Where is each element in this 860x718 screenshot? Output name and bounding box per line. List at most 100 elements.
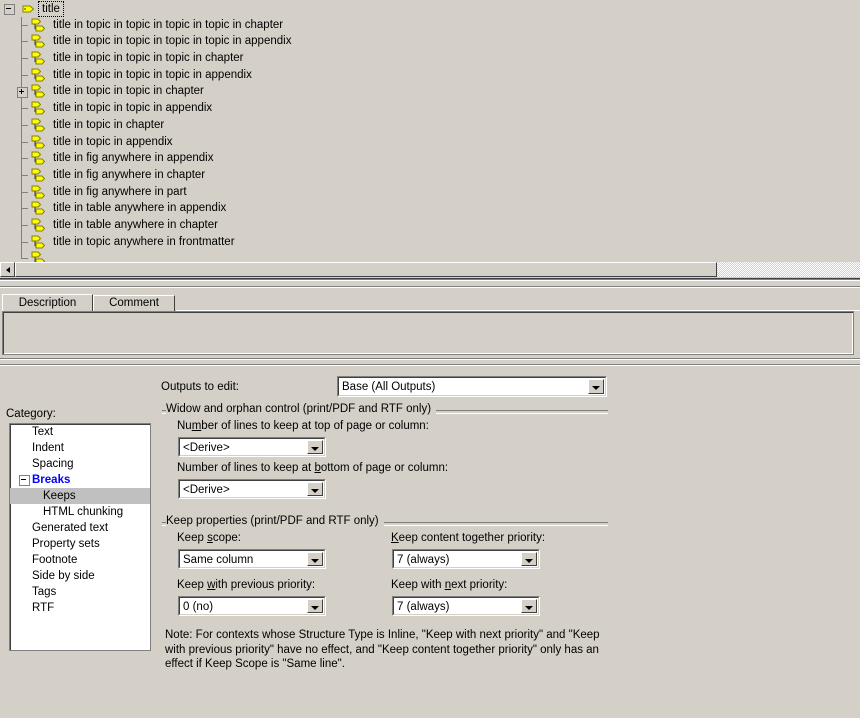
tree-node[interactable]: title in topic in topic in chapter [0, 83, 860, 101]
category-item-rtf[interactable]: RTF [10, 600, 150, 616]
tree-node-label: title in topic in topic in topic in chap… [53, 52, 244, 65]
keep-next-combobox[interactable]: 7 (always) [392, 596, 540, 616]
context-tree-panel[interactable]: title title in topic in topic in topic in… [0, 0, 860, 262]
chevron-down-icon[interactable] [307, 482, 323, 496]
category-expander-icon[interactable] [19, 475, 30, 486]
keep-together-label: Keep content together priority: [391, 532, 546, 544]
category-item-indent[interactable]: Indent [10, 440, 150, 456]
tree-node[interactable]: title in table anywhere in chapter [0, 216, 860, 234]
outputs-to-edit-value: Base (All Outputs) [342, 381, 436, 393]
context-tag-icon [31, 118, 47, 134]
chevron-down-icon[interactable] [521, 599, 537, 613]
category-label: Category: [6, 408, 56, 420]
category-item-footnote[interactable]: Footnote [10, 552, 150, 568]
tree-node[interactable]: title in fig anywhere in chapter [0, 166, 860, 184]
tree-node[interactable]: title in topic anywhere in frontmatter [0, 233, 860, 251]
category-item-label: RTF [32, 602, 55, 614]
category-item-label: Property sets [32, 538, 100, 550]
keep-scope-combobox[interactable]: Same column [178, 549, 326, 569]
category-item-tags[interactable]: Tags [10, 584, 150, 600]
category-item-text[interactable]: Text [10, 424, 150, 440]
category-item-label: Text [32, 426, 54, 438]
category-item-keeps[interactable]: Keeps [10, 488, 150, 504]
category-item-html-chunking[interactable]: HTML chunking [10, 504, 150, 520]
tree-node-label: title in fig anywhere in chapter [53, 168, 206, 181]
category-item-label: Indent [32, 442, 64, 454]
category-item-label: Spacing [32, 458, 74, 470]
tab-comment[interactable]: Comment [93, 295, 175, 311]
lines-top-combobox[interactable]: <Derive> [178, 437, 326, 457]
context-tag-icon [31, 34, 47, 50]
chevron-down-icon[interactable] [307, 552, 323, 566]
tree-node[interactable]: title in topic in topic in topic in topi… [0, 33, 860, 51]
divider [0, 287, 860, 288]
tree-node-label: title [38, 1, 64, 17]
tree-node[interactable]: title in fig anywhere in appendix [0, 150, 860, 167]
context-tag-icon [31, 51, 47, 67]
tree-horizontal-scrollbar[interactable] [0, 262, 860, 277]
context-tag-icon [31, 101, 47, 117]
tree-node[interactable]: title in table anywhere in appendix [0, 200, 860, 217]
description-text-area[interactable] [2, 311, 854, 355]
context-tag-icon [31, 68, 47, 84]
category-item-generated-text[interactable]: Generated text [10, 520, 150, 536]
category-item-label: Side by side [32, 570, 95, 582]
scroll-left-button[interactable] [0, 262, 15, 277]
keep-together-combobox[interactable]: 7 (always) [392, 549, 540, 569]
context-tag-icon [31, 168, 47, 184]
tree-node[interactable]: title in topic in topic in topic in topi… [0, 16, 860, 34]
category-item-side-by-side[interactable]: Side by side [10, 568, 150, 584]
tree-node-label: title in table anywhere in appendix [53, 202, 227, 215]
scrollbar-thumb[interactable] [15, 262, 717, 277]
tree-node-label: title in topic in topic in topic in topi… [53, 35, 292, 48]
expander-minus-icon[interactable] [4, 4, 15, 15]
tag-icon [20, 1, 36, 17]
tree-node-label: title in topic in topic in chapter [53, 85, 204, 98]
tree-node[interactable]: title in fig anywhere in part [0, 183, 860, 201]
lines-bottom-combobox[interactable]: <Derive> [178, 479, 326, 499]
lines-bottom-value: <Derive> [183, 484, 230, 496]
tree-node-label: title in topic in appendix [53, 135, 173, 148]
chevron-down-icon[interactable] [307, 440, 323, 454]
tree-node-label: title in topic in topic in appendix [53, 102, 213, 115]
category-item-label: HTML chunking [43, 506, 124, 518]
outputs-to-edit-combobox[interactable]: Base (All Outputs) [337, 376, 607, 397]
category-list[interactable]: Text Indent Spacing Breaks Keeps HTML chunkin… [9, 423, 151, 651]
context-tag-icon [31, 235, 47, 251]
keep-previous-value: 0 (no) [183, 601, 214, 613]
tree-node[interactable]: title in topic in topic in appendix [0, 100, 860, 117]
chevron-down-icon[interactable] [307, 599, 323, 613]
tree-node-label: title in fig anywhere in appendix [53, 152, 214, 165]
keep-together-value: 7 (always) [397, 554, 450, 566]
tree-node[interactable]: title in topic in appendix [0, 133, 860, 151]
context-tag-icon [31, 201, 47, 217]
context-tag-icon [31, 185, 47, 201]
category-item-breaks[interactable]: Breaks [10, 472, 150, 488]
tree-root-node[interactable]: title [0, 0, 860, 17]
category-item-label: Breaks [32, 474, 71, 486]
keep-previous-combobox[interactable]: 0 (no) [178, 596, 326, 616]
expander-plus-icon[interactable] [17, 87, 28, 99]
category-item-label: Keeps [43, 490, 76, 502]
category-item-spacing[interactable]: Spacing [10, 456, 150, 472]
keep-scope-label: Keep scope: [177, 532, 241, 544]
keep-previous-label: Keep with previous priority: [177, 579, 316, 591]
divider [0, 365, 860, 366]
tree-node[interactable]: title in topic in chapter [0, 116, 860, 134]
category-item-property-sets[interactable]: Property sets [10, 536, 150, 552]
group-title: Widow and orphan control (print/PDF and … [166, 403, 437, 415]
keep-next-label: Keep with next priority: [391, 579, 508, 591]
tree-node[interactable]: title in topic in topic in topic in chap… [0, 50, 860, 67]
tree-node-label: title in topic in topic in topic in appe… [53, 68, 252, 81]
tree-node[interactable]: title in topic in topic in topic in appe… [0, 66, 860, 84]
chevron-down-icon[interactable] [588, 379, 604, 394]
tab-description[interactable]: Description [2, 294, 93, 312]
properties-panel: Category: Text Indent Spacing Breaks Keeps HT… [0, 368, 860, 718]
category-item-label: Generated text [32, 522, 109, 534]
tree-node-partial[interactable] [0, 250, 860, 262]
context-tag-icon [31, 84, 47, 100]
context-tag-icon [31, 218, 47, 234]
description-comment-tabs[interactable]: Description Comment [0, 294, 860, 312]
keep-next-value: 7 (always) [397, 601, 450, 613]
chevron-down-icon[interactable] [521, 552, 537, 566]
